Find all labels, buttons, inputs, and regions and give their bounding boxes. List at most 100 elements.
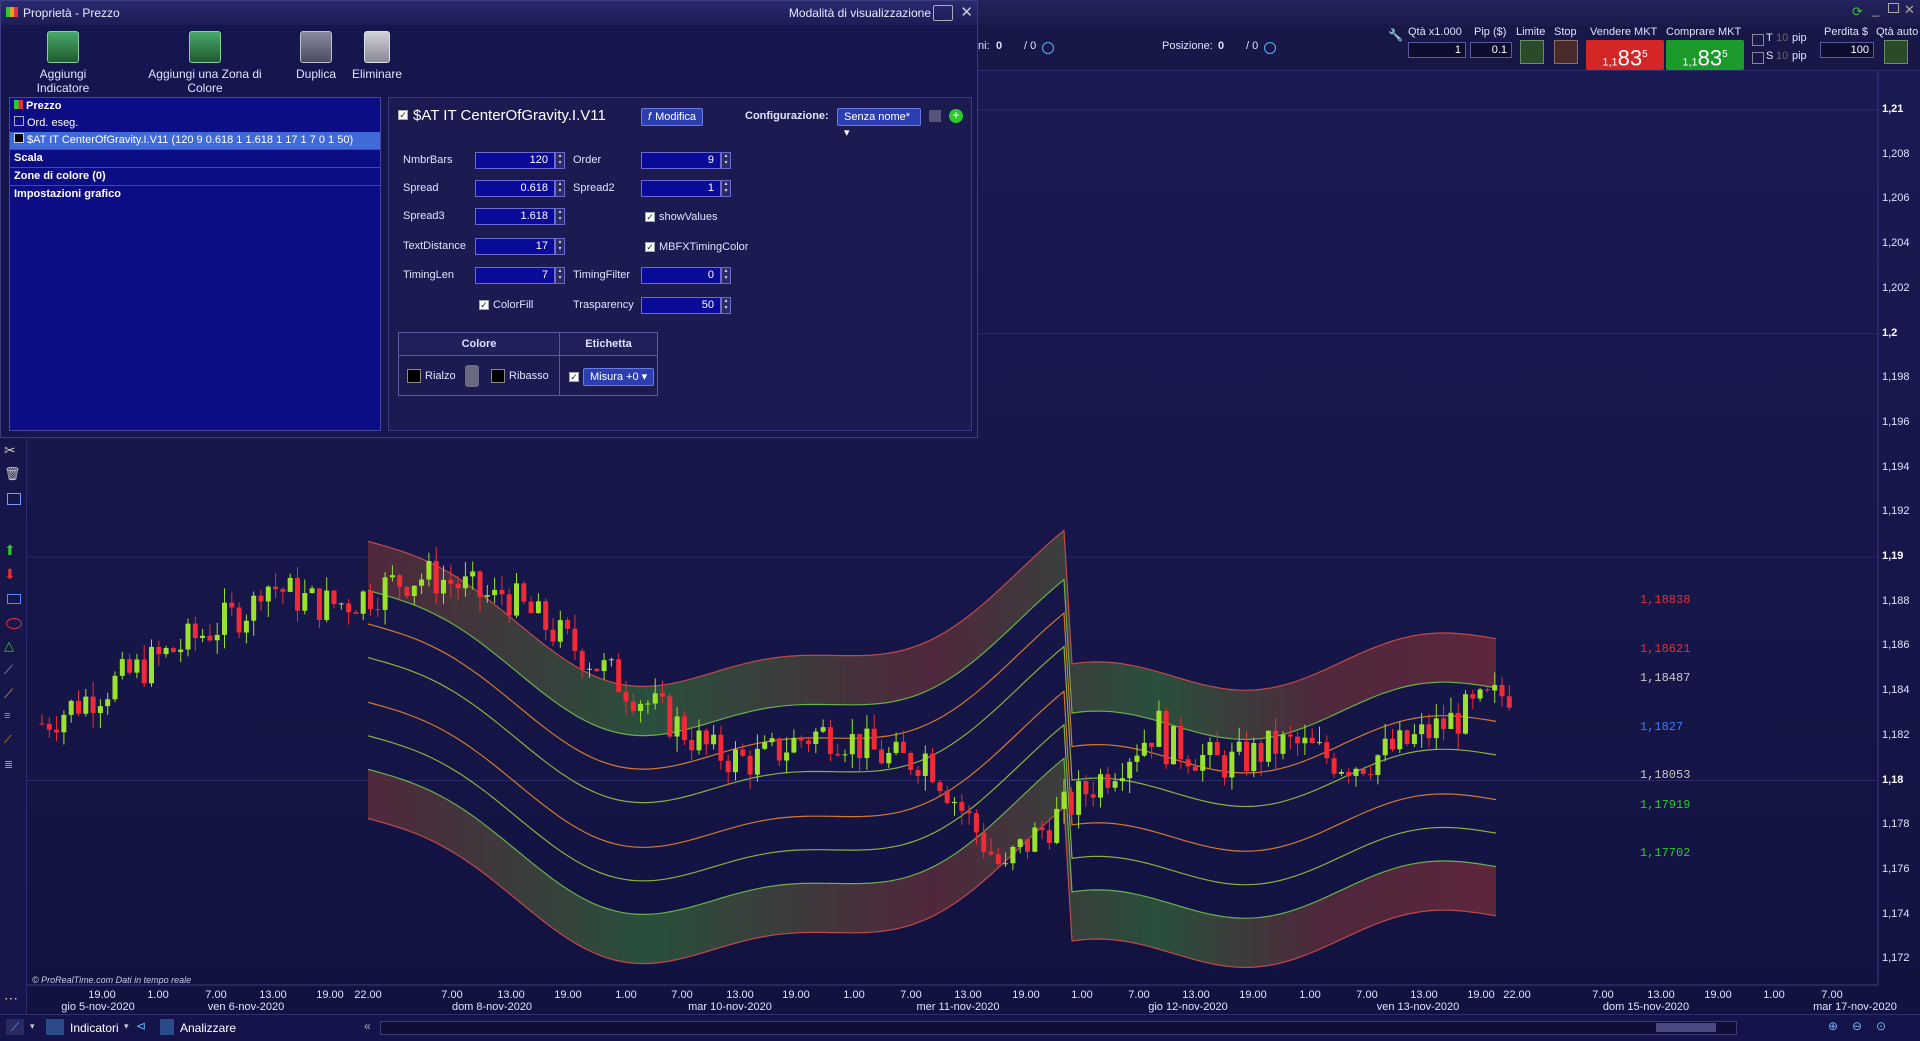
candle-body	[68, 700, 74, 715]
color-label-table: Colore Etichetta Rialzo Ribasso ✓ Misura…	[398, 332, 658, 396]
indicator-checkbox[interactable]	[14, 133, 24, 143]
scroll-left-icon[interactable]: «	[364, 1019, 371, 1033]
timinglen-input[interactable]: 7	[475, 267, 555, 284]
candle-body	[754, 748, 760, 775]
candle-body	[733, 749, 738, 773]
rectangle-draw-icon[interactable]	[4, 590, 24, 608]
close-properties-button[interactable]: ✕	[960, 3, 973, 21]
position-icon[interactable]	[1042, 42, 1054, 54]
textdistance-stepper[interactable]: ▴ ▾	[555, 238, 565, 255]
candle-body	[1200, 754, 1206, 771]
fibonacci-icon[interactable]: ⟋	[4, 686, 24, 704]
pip-input[interactable]: 0.1	[1470, 42, 1512, 58]
qty-input[interactable]: 1	[1408, 42, 1466, 58]
refresh-icon[interactable]: ⟳	[1852, 4, 1863, 20]
candle-body	[879, 749, 884, 764]
sell-arrow-icon[interactable]: ⬇	[4, 566, 24, 584]
tree-item-chart-settings[interactable]: Impostazioni grafico	[10, 185, 380, 203]
showvalues-checkbox[interactable]: ✓	[645, 212, 655, 222]
nmbrbars-stepper[interactable]: ▴ ▾	[555, 152, 565, 169]
maximize-button[interactable]	[1888, 3, 1899, 13]
trailing-checkbox[interactable]	[1752, 34, 1764, 46]
timingfilter-stepper[interactable]: ▴ ▾	[721, 267, 731, 284]
tree-item-indicator[interactable]: $AT IT CenterOfGravity.I.V11 (120 9 0.61…	[10, 132, 380, 149]
indicator-enabled-checkbox[interactable]: ✓	[398, 110, 408, 120]
wrench-icon[interactable]: 🔧	[1388, 28, 1403, 42]
nmbrbars-input[interactable]: 120	[475, 152, 555, 169]
trash-icon[interactable]: 🗑	[4, 466, 24, 484]
trendline-icon[interactable]: ⟋	[4, 662, 24, 680]
zoom-reset-icon[interactable]: ⊙	[1876, 1019, 1886, 1033]
fib-fan-icon[interactable]: ⟋	[4, 734, 24, 752]
add-config-icon[interactable]: +	[949, 109, 963, 123]
spread2-stepper[interactable]: ▴ ▾	[721, 180, 731, 197]
transparency-input[interactable]: 50	[641, 297, 721, 314]
t-value[interactable]: 10	[1776, 32, 1788, 44]
ellipse-draw-icon[interactable]	[4, 614, 24, 632]
tools-icon[interactable]: ✂	[4, 442, 24, 460]
modify-button[interactable]: f Modifica	[641, 108, 704, 126]
fib-levels-icon[interactable]: ≡	[4, 710, 24, 728]
share-icon[interactable]: ⊲	[136, 1019, 146, 1033]
loss-input[interactable]: 100	[1820, 42, 1874, 58]
transparency-stepper[interactable]: ▴ ▾	[721, 297, 731, 314]
stop-order-button[interactable]	[1554, 40, 1578, 64]
display-mode-icon[interactable]	[933, 5, 953, 21]
colorfill-checkbox[interactable]: ✓	[479, 300, 489, 310]
buy-arrow-icon[interactable]: ⬆	[4, 542, 24, 560]
s-value[interactable]: 10	[1776, 50, 1788, 62]
mbfx-checkbox[interactable]: ✓	[645, 242, 655, 252]
add-color-zone-button[interactable]: Aggiungi una Zona di Colore	[131, 31, 279, 95]
properties-title-bar[interactable]: Proprietà - Prezzo Modalità di visualizz…	[1, 1, 977, 25]
candle-body	[1441, 718, 1447, 729]
order-input[interactable]: 9	[641, 152, 721, 169]
config-dropdown[interactable]: Senza nome* ▾	[837, 108, 921, 139]
sell-market-button[interactable]: 1,1835	[1586, 40, 1664, 70]
spread2-input[interactable]: 1	[641, 180, 721, 197]
position-status-icon[interactable]	[1264, 42, 1276, 54]
zoom-out-icon[interactable]: ⊖	[1852, 1019, 1862, 1033]
spread3-stepper[interactable]: ▴ ▾	[555, 208, 565, 225]
close-window-button[interactable]: ✕	[1904, 2, 1915, 18]
measure-dropdown[interactable]: Misura +0 ▾	[583, 368, 655, 386]
timingfilter-input[interactable]: 0	[641, 267, 721, 284]
spread3-input[interactable]: 1.618	[475, 208, 555, 225]
orders-checkbox[interactable]	[14, 116, 24, 126]
textdistance-input[interactable]: 17	[475, 238, 555, 255]
stop-checkbox[interactable]	[1752, 52, 1764, 64]
candle-body	[1214, 742, 1220, 756]
spread-input[interactable]: 0.618	[475, 180, 555, 197]
horizontal-scrollbar[interactable]	[380, 1021, 1737, 1035]
indicators-button[interactable]: Indicatori	[70, 1021, 119, 1035]
fib-zones-icon[interactable]: ≣	[4, 758, 24, 776]
spread-stepper[interactable]: ▴ ▾	[555, 180, 565, 197]
link-colors-icon[interactable]	[465, 365, 479, 387]
tree-item-color-zones[interactable]: Zone di colore (0)	[10, 167, 380, 185]
duplicate-button[interactable]: Duplica	[291, 31, 341, 81]
minimize-button[interactable]: _	[1872, 2, 1879, 17]
order-stepper[interactable]: ▴ ▾	[721, 152, 731, 169]
save-config-icon[interactable]	[929, 110, 941, 122]
candle-body	[1280, 734, 1286, 754]
triangle-draw-icon[interactable]: △	[4, 638, 24, 656]
tree-item-price[interactable]: Prezzo	[10, 98, 380, 115]
drawing-mode-icon[interactable]: ⟋	[6, 1019, 24, 1035]
tree-item-orders[interactable]: Ord. eseg.	[10, 115, 380, 132]
buy-market-button[interactable]: 1,1835	[1666, 40, 1744, 70]
rise-color-swatch[interactable]	[407, 369, 421, 383]
zoom-in-icon[interactable]: ⊕	[1828, 1019, 1838, 1033]
delete-button[interactable]: Eliminare	[351, 31, 403, 81]
more-tools-icon[interactable]: ⋯	[4, 990, 24, 1008]
rectangle-select-icon[interactable]	[4, 490, 24, 508]
auto-qty-button[interactable]	[1884, 40, 1908, 64]
stop-label: Stop	[1554, 26, 1577, 38]
limit-order-button[interactable]	[1520, 40, 1544, 64]
timinglen-stepper[interactable]: ▴ ▾	[555, 267, 565, 284]
indicators-dropdown[interactable]: ▾	[124, 1021, 129, 1032]
tree-item-scale[interactable]: Scala	[10, 149, 380, 167]
fall-color-swatch[interactable]	[491, 369, 505, 383]
analyzer-button[interactable]: Analizzare	[180, 1021, 236, 1035]
label-checkbox[interactable]: ✓	[569, 372, 579, 382]
drawing-mode-dropdown[interactable]: ▾	[30, 1021, 35, 1032]
add-indicator-button[interactable]: Aggiungi Indicatore	[13, 31, 113, 95]
